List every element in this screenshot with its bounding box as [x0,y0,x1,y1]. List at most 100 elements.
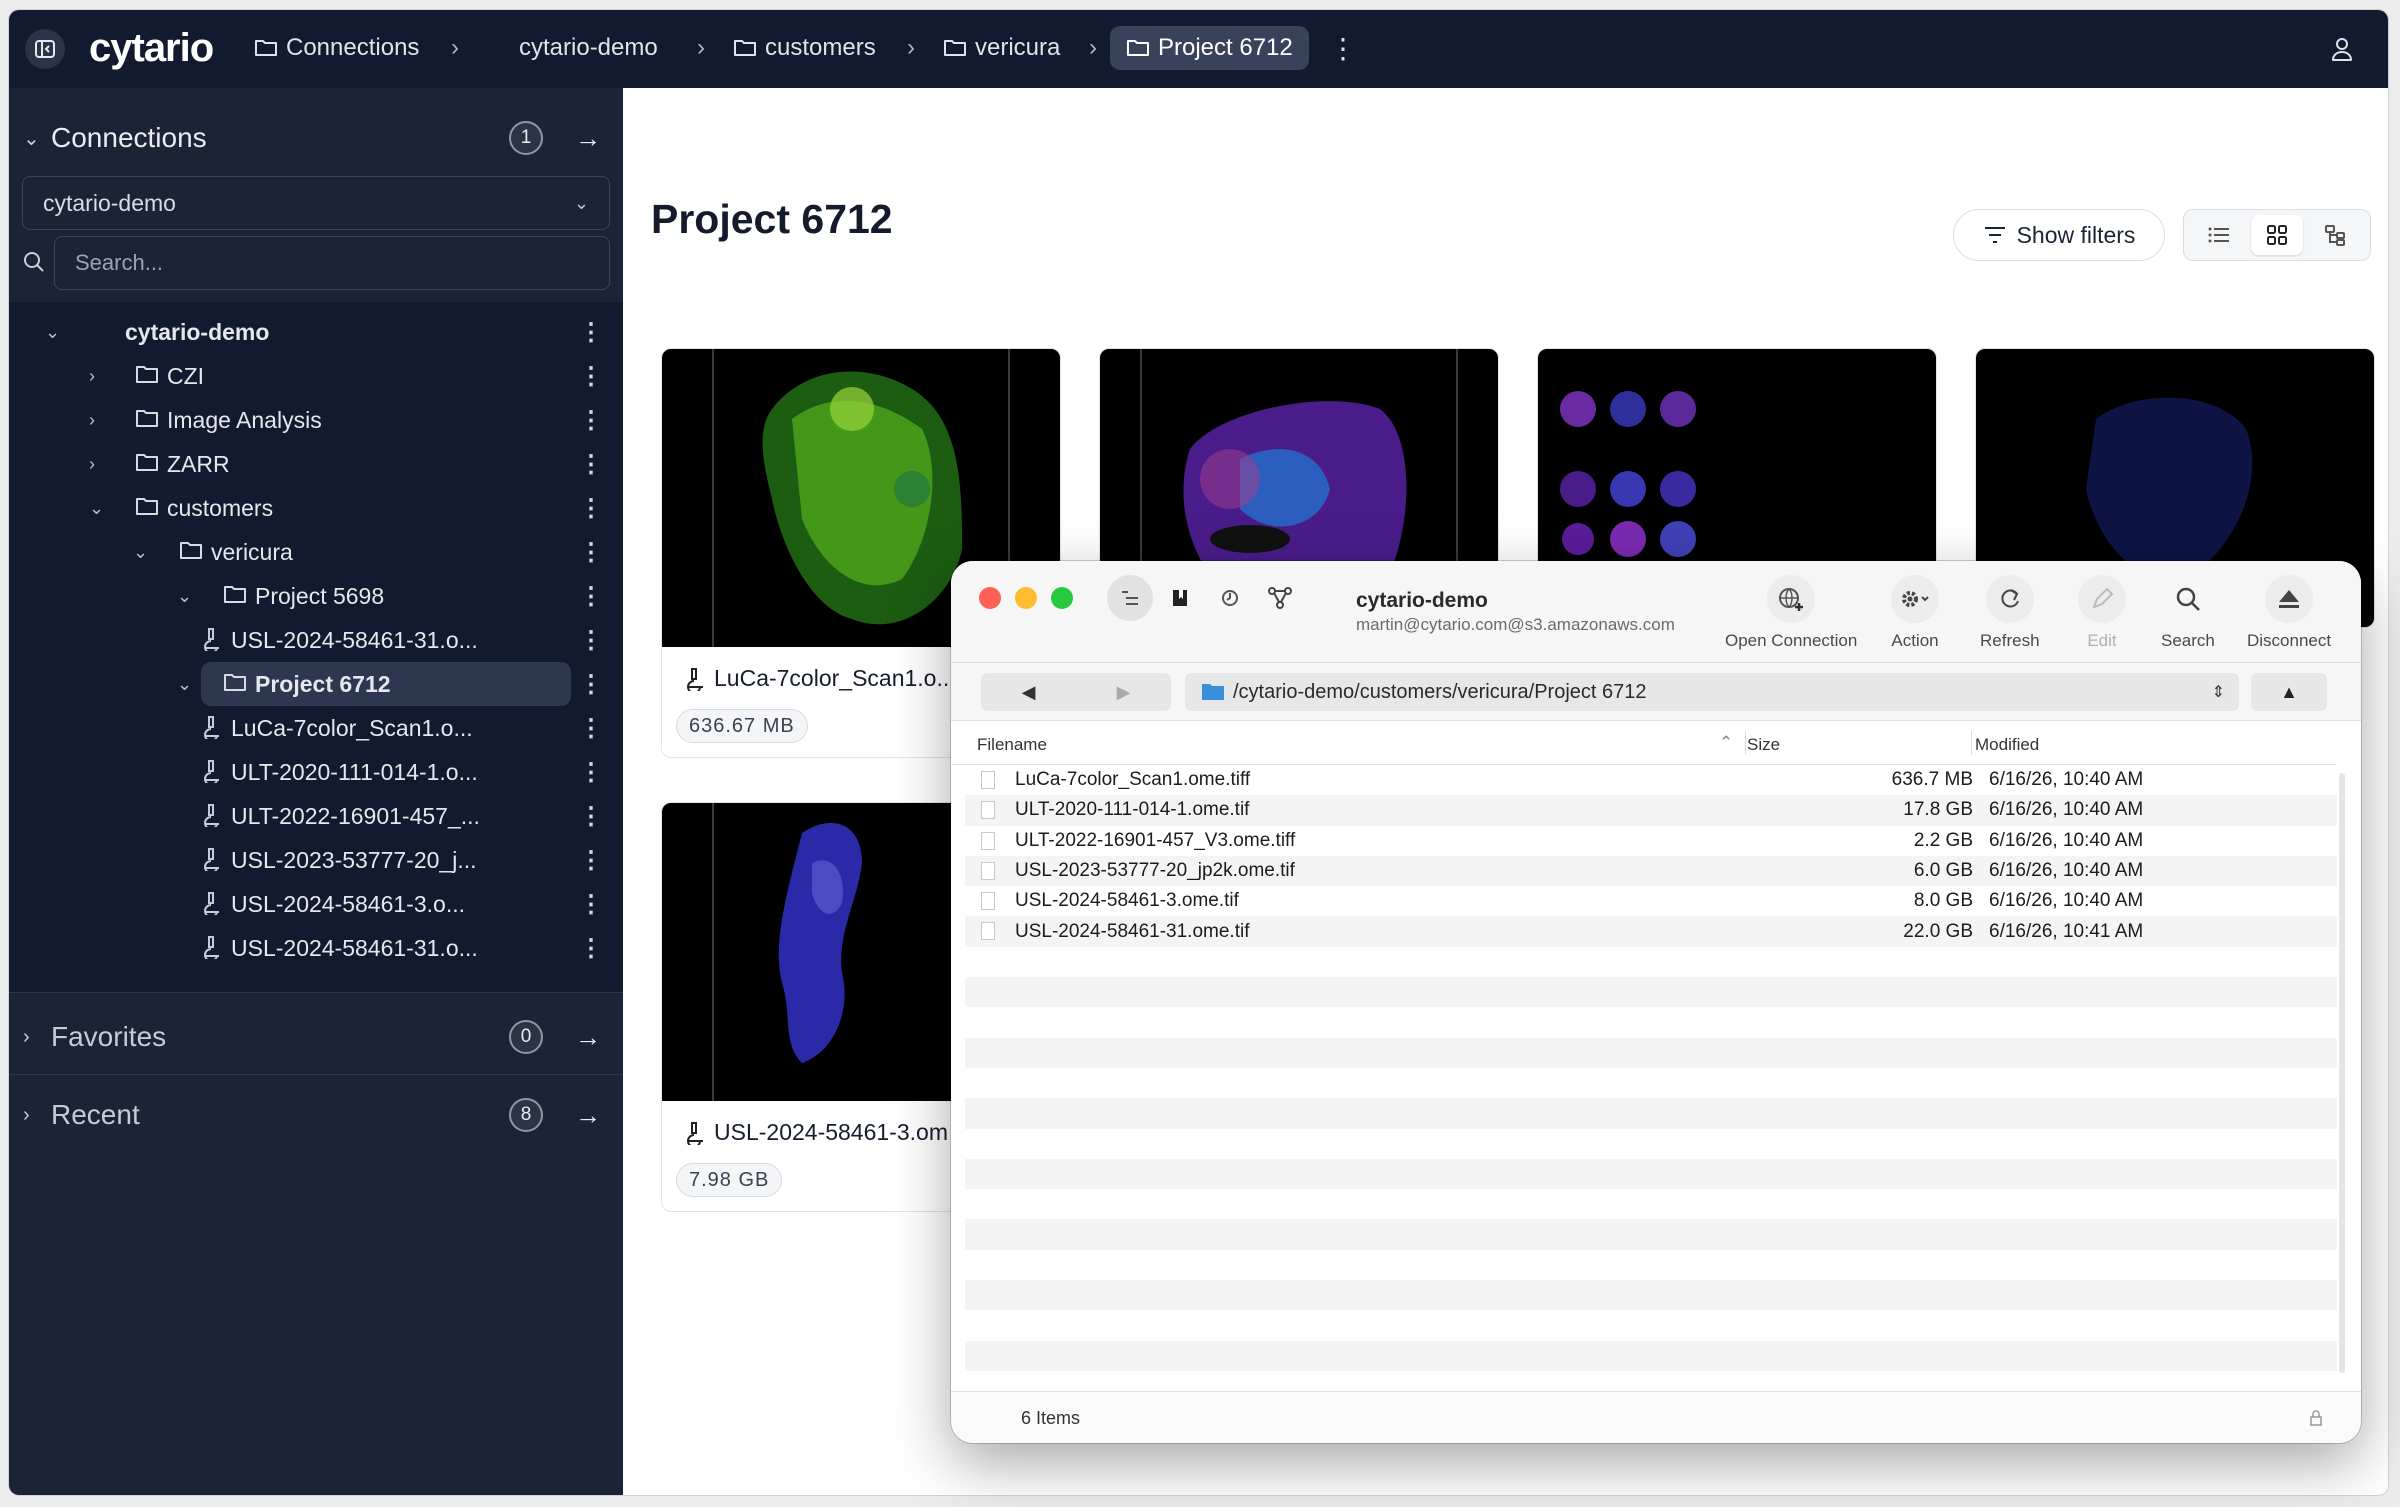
file-row[interactable]: USL-2024-58461-3.ome.tif 8.0 GB 6/16/26, 1… [965,886,2337,916]
sidebar-toggle-button[interactable] [25,29,65,69]
refresh-icon [2001,589,2019,608]
search-icon [2176,587,2200,611]
breadcrumb-label: customers [765,34,876,61]
tree-item-folder[interactable]: ⌄ customers ⋮ [9,486,623,530]
more-menu-icon[interactable]: ⋮ [579,318,603,347]
minimize-window-button[interactable] [1015,587,1037,609]
more-menu-icon[interactable]: ⋮ [579,450,603,479]
tree-item-folder[interactable]: ⌄ Project 5698 ⋮ [9,574,623,618]
empty-row [965,947,2337,977]
edit-button[interactable]: Edit [2078,575,2126,651]
breadcrumb-customers[interactable]: customers [733,34,876,62]
parent-folder-button[interactable]: ▲ [2251,673,2327,711]
size-column-header[interactable]: Size [1747,735,1780,755]
zoom-window-button[interactable] [1051,587,1073,609]
bonjour-button[interactable] [1257,575,1303,621]
forward-button[interactable]: ▶ [1076,673,1171,711]
user-icon[interactable] [2330,36,2354,69]
scrollbar[interactable] [2339,773,2345,1373]
history-button[interactable] [1207,575,1253,621]
file-row[interactable]: ULT-2020-111-014-1.ome.tif 17.8 GB 6/16/26… [965,795,2337,826]
more-menu-icon[interactable]: ⋮ [579,582,603,611]
disconnect-button[interactable]: Disconnect [2247,575,2331,651]
tree-item-file[interactable]: USL-2024-58461-3.o... ⋮ [9,882,623,926]
chevron-right-icon[interactable]: › [89,410,95,431]
file-row[interactable]: USL-2023-53777-20_jp2k.ome.tif 6.0 GB 6/16… [965,855,2337,887]
show-filters-button[interactable]: Show filters [1953,209,2165,261]
tree-item-folder[interactable]: › CZI ⋮ [9,354,623,398]
tree-item-file[interactable]: USL-2024-58461-31.o... ⋮ [9,618,623,662]
open-connection-button[interactable]: Open Connection [1725,575,1857,651]
breadcrumb-label: Project 6712 [1158,34,1293,61]
bookmarks-button[interactable] [1157,575,1203,621]
path-selector[interactable]: /cytario-demo/customers/vericura/Project… [1185,673,2239,711]
recent-section-header[interactable]: › Recent 8 → [9,1087,623,1143]
tree-view-button[interactable] [2309,215,2361,255]
more-menu-icon[interactable]: ⋮ [579,670,603,699]
breadcrumb-vericura[interactable]: vericura [943,34,1060,62]
more-menu-icon[interactable]: ⋮ [579,494,603,523]
list-view-button[interactable] [2193,215,2245,255]
browser-view-button[interactable] [1107,575,1153,621]
favorites-section-header[interactable]: › Favorites 0 → [9,1009,623,1065]
tree-item-file[interactable]: LuCa-7color_Scan1.o... ⋮ [9,706,623,750]
connection-select[interactable]: cytario-demo ⌄ [22,176,610,230]
tree-item-file[interactable]: ULT-2022-16901-457_... ⋮ [9,794,623,838]
more-menu-icon[interactable]: ⋮ [579,802,603,831]
chevron-right-icon[interactable]: › [89,366,95,387]
back-button[interactable]: ◀ [981,673,1076,711]
arrow-right-icon[interactable]: → [575,1100,601,1131]
cytario-logo[interactable]: cytario [89,26,214,71]
more-menu-icon[interactable]: ⋮ [579,846,603,875]
more-menu-icon[interactable]: ⋮ [579,362,603,391]
chevron-down-icon[interactable]: ⌄ [177,586,192,607]
grid-view-button[interactable] [2251,215,2303,255]
chevron-down-icon[interactable]: ⌄ [133,542,148,563]
tree-item-folder[interactable]: › Image Analysis ⋮ [9,398,623,442]
breadcrumb-cytario-demo[interactable]: cytario-demo [519,34,658,62]
more-menu-icon[interactable]: ⋮ [579,714,603,743]
arrow-right-icon[interactable]: → [575,123,601,154]
chevron-right-icon[interactable]: › [89,454,95,475]
file-row[interactable]: ULT-2022-16901-457_V3.ome.tiff 2.2 GB 6/16… [965,826,2337,856]
breadcrumb-project-6712[interactable]: Project 6712 [1110,26,1309,70]
file-modified: 6/16/26, 10:41 AM [1989,920,2144,942]
more-menu-icon[interactable]: ⋮ [579,934,603,963]
modified-column-header[interactable]: Modified [1975,735,2039,755]
chevron-down-icon[interactable]: ⌄ [45,322,60,343]
tree-item-folder[interactable]: ⌄ vericura ⋮ [9,530,623,574]
search-input[interactable] [54,236,610,290]
tree-item-folder[interactable]: › ZARR ⋮ [9,442,623,486]
tree-item-folder[interactable]: ⌄ Project 6712 ⋮ [9,662,623,706]
more-menu-icon[interactable]: ⋮ [579,758,603,787]
connections-section-header[interactable]: ⌄ Connections 1 → [9,110,623,166]
search-button[interactable]: Search [2161,575,2215,651]
file-row[interactable]: USL-2024-58461-31.ome.tif 22.0 GB 6/16/26,… [965,916,2337,947]
more-menu-icon[interactable]: ⋮ [579,890,603,919]
file-icon [981,922,995,941]
chevron-down-icon[interactable]: ⌄ [89,498,104,519]
refresh-button[interactable]: Refresh [1980,575,2040,651]
empty-row [965,1280,2337,1311]
breadcrumb-connections[interactable]: Connections [254,34,419,62]
chevron-right-icon: › [23,1025,30,1048]
chevron-down-icon[interactable]: ⌄ [177,674,192,695]
more-menu-icon[interactable]: ⋮ [579,406,603,435]
arrow-right-icon[interactable]: → [575,1022,601,1053]
file-modified: 6/16/26, 10:40 AM [1989,890,2144,912]
filename-column-header[interactable]: Filename [977,735,1047,755]
breadcrumb-label: Connections [286,34,420,61]
tree-item-file[interactable]: USL-2024-58461-31.o... ⋮ [9,926,623,970]
tree-item-file[interactable]: ULT-2020-111-014-1.o... ⋮ [9,750,623,794]
more-menu-icon[interactable]: ⋮ [579,626,603,655]
tree-item-file[interactable]: USL-2023-53777-20_j... ⋮ [9,838,623,882]
chevron-right-icon: › [451,34,459,61]
sidebar-toggle-icon [35,40,55,58]
section-title: Connections [51,122,207,153]
tree-item-folder[interactable]: ⌄ cytario-demo ⋮ [9,310,623,354]
breadcrumb-menu-icon[interactable]: ⋮ [1329,32,1357,65]
file-row[interactable]: LuCa-7color_Scan1.ome.tiff 636.7 MB 6/16/2… [965,765,2337,795]
action-button[interactable]: Action [1891,575,1939,651]
more-menu-icon[interactable]: ⋮ [579,538,603,567]
close-window-button[interactable] [979,587,1001,609]
